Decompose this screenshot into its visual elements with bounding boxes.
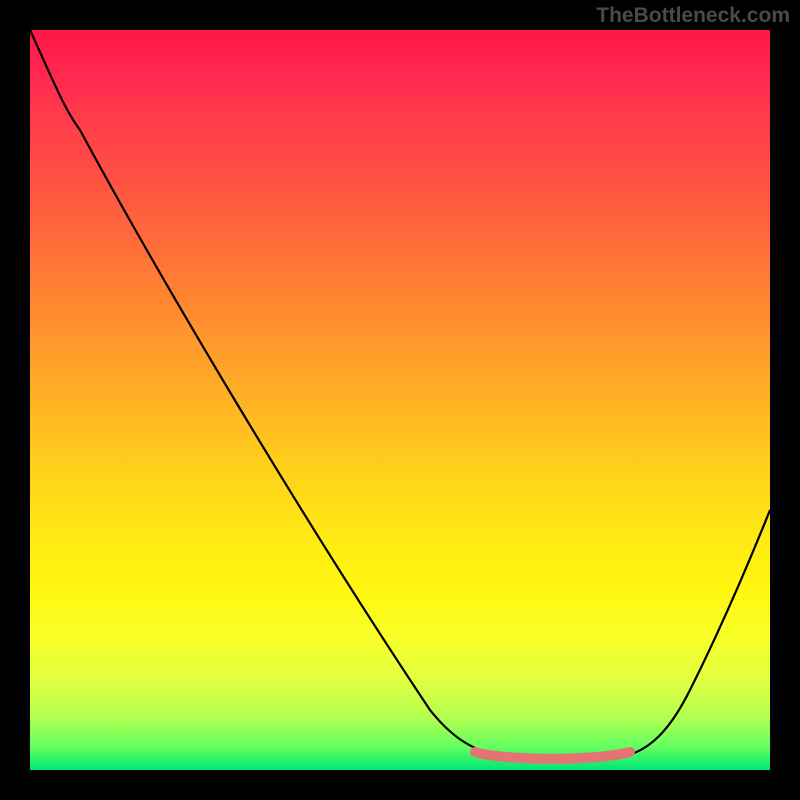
plot-area [30, 30, 770, 770]
watermark-text: TheBottleneck.com [596, 4, 790, 28]
bottleneck-curve [30, 30, 770, 761]
chart-container: TheBottleneck.com [0, 0, 800, 800]
curve-svg [30, 30, 770, 770]
bottleneck-floor-highlight [475, 752, 630, 759]
